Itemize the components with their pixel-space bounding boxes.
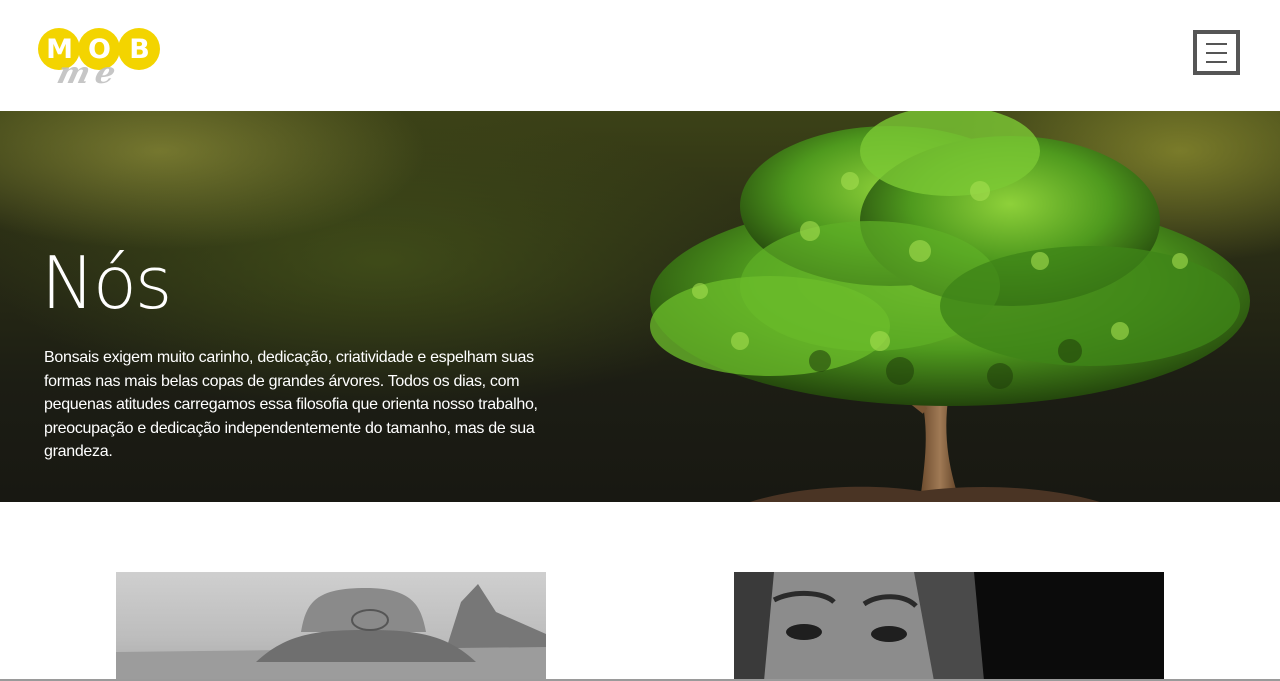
hamburger-icon	[1206, 42, 1227, 45]
site-header: M O B me	[0, 0, 1280, 111]
hero-banner: Nós Bonsais exigem muito carinho, dedica…	[0, 111, 1280, 502]
hamburger-menu-button[interactable]	[1193, 30, 1240, 75]
woman-portrait-image	[734, 572, 984, 681]
logo-sub: me	[53, 56, 126, 91]
hero-title: Nós	[41, 241, 172, 325]
logo-letter-b: B	[118, 28, 160, 70]
mobme-logo[interactable]: M O B me	[38, 28, 162, 91]
bonsai-tree-image	[650, 111, 1250, 502]
hamburger-icon-line	[1206, 60, 1227, 63]
hero-description: Bonsais exigem muito carinho, dedicação,…	[44, 349, 538, 460]
team-photo-2[interactable]	[734, 572, 1164, 681]
hat-portrait-image	[116, 584, 546, 681]
team-photo-1[interactable]	[116, 572, 546, 681]
hamburger-icon-line	[1206, 51, 1227, 54]
